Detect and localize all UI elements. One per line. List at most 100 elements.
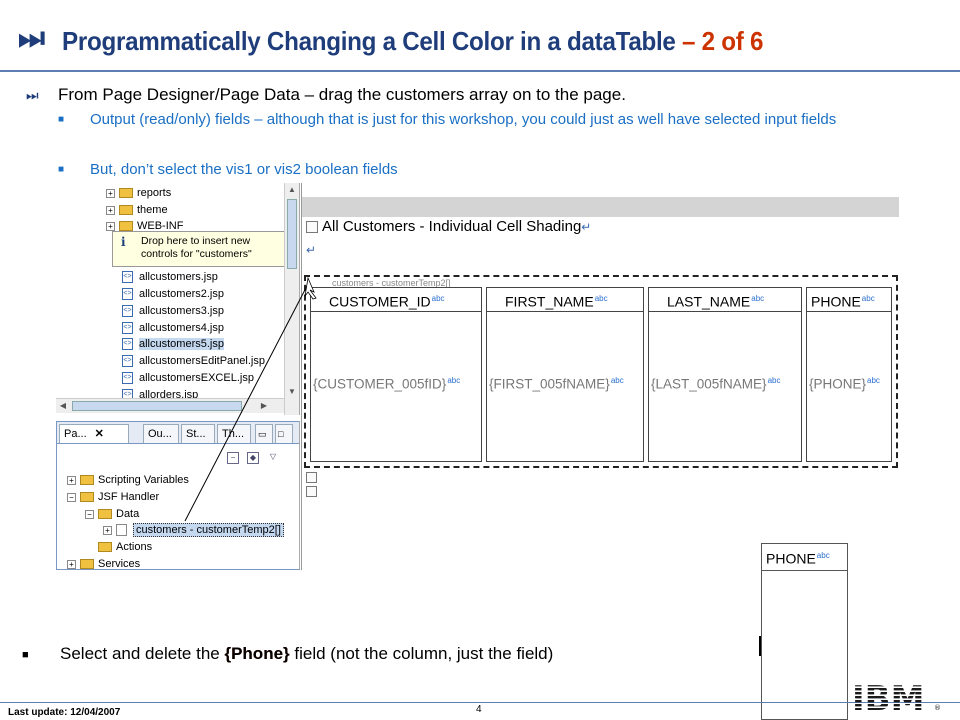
tree-file[interactable]: <> allcustomersEditPanel.jsp (122, 353, 265, 369)
tree-actions[interactable]: Actions (98, 539, 152, 555)
jsp-file-icon: <> (122, 288, 133, 301)
bottom-bullet: ■ Select and delete the {Phone} field (no… (22, 643, 553, 666)
footer-rule (0, 702, 960, 703)
tab-outline[interactable]: Ou... (143, 424, 179, 443)
column-header[interactable]: PHONEabc (807, 288, 891, 312)
expand-icon[interactable]: + (106, 188, 115, 198)
slide-title: Programmatically Changing a Cell Color i… (62, 26, 763, 56)
close-icon[interactable]: ✕ (95, 428, 104, 440)
column-header[interactable]: FIRST_NAMEabc (487, 288, 643, 312)
skip-forward-icon: ⏭ (18, 22, 45, 55)
phone-inset-header: PHONEabc (762, 544, 847, 571)
panel-tabs: Pa... ✕ Ou... St... Th... ▭ □ (57, 422, 299, 444)
insert-icon (306, 486, 317, 497)
column-first-name[interactable]: FIRST_NAMEabc {FIRST_005fNAME}abc (486, 287, 644, 462)
expand-icon[interactable]: + (67, 475, 76, 485)
tree-file[interactable]: <> allcustomers4.jsp (122, 320, 224, 336)
tree-file[interactable]: <> allorders.jsp (122, 387, 198, 398)
tab-page-data[interactable]: Pa... ✕ (59, 424, 129, 443)
minimize-icon[interactable]: ▭ (255, 424, 273, 443)
tree-file[interactable]: <> allcustomersEXCEL.jsp (122, 370, 254, 386)
sub-bullet-1-text: Output (read/only) fields – although tha… (90, 111, 837, 128)
collapse-icon[interactable]: − (67, 492, 76, 502)
column-field[interactable]: {LAST_005fNAME}abc (649, 372, 801, 394)
sub-bullet-2-text: But, don’t select the vis1 or vis2 boole… (90, 161, 398, 178)
pilcrow-icon: ↵ (581, 220, 592, 234)
editor-page-heading[interactable]: All Customers - Individual Cell Shading↵ (306, 217, 591, 237)
view-menu-icon[interactable]: ▽ (267, 452, 279, 464)
tree-folder-theme[interactable]: + theme (106, 202, 168, 218)
tree-jsf-handler[interactable]: − JSF Handler (67, 489, 159, 505)
main-bullet-text: From Page Designer/Page Data – drag the … (58, 85, 626, 104)
editor-header-strip (302, 197, 899, 217)
jsp-file-icon: <> (122, 271, 133, 284)
slide-title-main: Programmatically Changing a Cell Color i… (62, 26, 676, 56)
tree-file[interactable]: <> allcustomers.jsp (122, 269, 218, 285)
jsp-file-icon: <> (122, 338, 133, 351)
edit-text-icon (306, 472, 317, 483)
folder-icon (98, 509, 112, 520)
maximize-icon[interactable]: □ (275, 424, 293, 443)
collapse-icon[interactable]: − (85, 509, 94, 519)
svg-text:®: ® (934, 704, 941, 712)
main-bullet: ⏭ From Page Designer/Page Data – drag the… (26, 84, 626, 106)
tree-scripting-variables[interactable]: + Scripting Variables (67, 472, 189, 488)
phone-field-highlight: {Phone} (224, 644, 290, 663)
jsp-file-icon: <> (122, 305, 133, 318)
slide-title-bar: ⏭ Programmatically Changing a Cell Color… (0, 18, 960, 70)
folder-icon (80, 492, 94, 503)
tree-file[interactable]: <> allcustomers2.jsp (122, 286, 224, 302)
svg-text:IBM: IBM (852, 679, 924, 716)
expand-icon[interactable]: + (106, 205, 115, 215)
column-last-name[interactable]: LAST_NAMEabc {LAST_005fNAME}abc (648, 287, 802, 462)
jsp-file-icon: <> (122, 389, 133, 398)
title-rule (0, 70, 960, 72)
folder-icon (119, 221, 133, 232)
tree-file-selected[interactable]: <> allcustomers5.jsp (122, 336, 224, 352)
data-table[interactable]: customers - customerTemp2[] CUSTOMER_IDa… (304, 275, 898, 468)
scroll-down-icon[interactable]: ▼ (286, 386, 298, 398)
square-bullet-icon: ■ (58, 164, 65, 175)
column-field[interactable]: {FIRST_005fNAME}abc (487, 372, 643, 394)
tab-thumbnails[interactable]: Th... (217, 424, 251, 443)
column-field[interactable]: {CUSTOMER_005fID}abc (311, 372, 481, 394)
column-field[interactable]: {PHONE}abc (807, 372, 891, 394)
new-data-icon[interactable]: ◆ (247, 452, 259, 465)
scroll-thumb[interactable] (72, 401, 242, 411)
skip-forward-bullet-icon: ⏭ (26, 87, 39, 103)
expand-icon[interactable]: + (67, 559, 76, 569)
page-number: 4 (476, 704, 482, 715)
tree-horizontal-scrollbar[interactable]: ◀ ▶ (56, 398, 284, 413)
column-header[interactable]: LAST_NAMEabc (649, 288, 801, 312)
column-customer-id[interactable]: CUSTOMER_IDabc {CUSTOMER_005fID}abc (310, 287, 482, 462)
expand-icon[interactable]: + (103, 525, 112, 535)
tree-file[interactable]: <> allcustomers3.jsp (122, 303, 224, 319)
scroll-right-icon[interactable]: ▶ (258, 400, 270, 412)
square-bullet-icon: ■ (58, 114, 65, 125)
scroll-left-icon[interactable]: ◀ (57, 400, 69, 412)
expand-icon[interactable]: + (106, 221, 115, 231)
tree-services[interactable]: + Services (67, 556, 140, 569)
folder-icon (80, 475, 94, 486)
tree-folder-reports[interactable]: + reports (106, 185, 171, 201)
tree-data[interactable]: − Data (85, 506, 139, 522)
scroll-thumb[interactable] (287, 199, 297, 269)
folder-icon (119, 205, 133, 216)
pilcrow-icon: ↵ (306, 243, 317, 257)
scroll-up-icon[interactable]: ▲ (286, 184, 298, 196)
tree-customers-array[interactable]: + customers - customerTemp2[] (103, 522, 284, 538)
jsp-file-icon: <> (122, 355, 133, 368)
page-data-panel: Pa... ✕ Ou... St... Th... ▭ □ − ◆ ▽ + Script… (56, 421, 300, 570)
info-icon: i (121, 235, 126, 249)
jsp-file-icon: <> (122, 372, 133, 385)
column-header[interactable]: CUSTOMER_IDabc (311, 288, 481, 312)
page-designer-editor: All Customers - Individual Cell Shading↵… (301, 183, 899, 570)
panel-toolbar: − ◆ ▽ (227, 452, 287, 465)
tab-styles[interactable]: St... (181, 424, 215, 443)
project-tree-panel: + reports + theme + WEB-INF i Drop here to … (56, 183, 300, 415)
tree-vertical-scrollbar[interactable]: ▲ ▼ (284, 183, 299, 415)
folder-icon (119, 188, 133, 199)
phone-column-inset: PHONEabc (761, 543, 848, 720)
column-phone[interactable]: PHONEabc {PHONE}abc (806, 287, 892, 462)
collapse-all-icon[interactable]: − (227, 452, 239, 465)
